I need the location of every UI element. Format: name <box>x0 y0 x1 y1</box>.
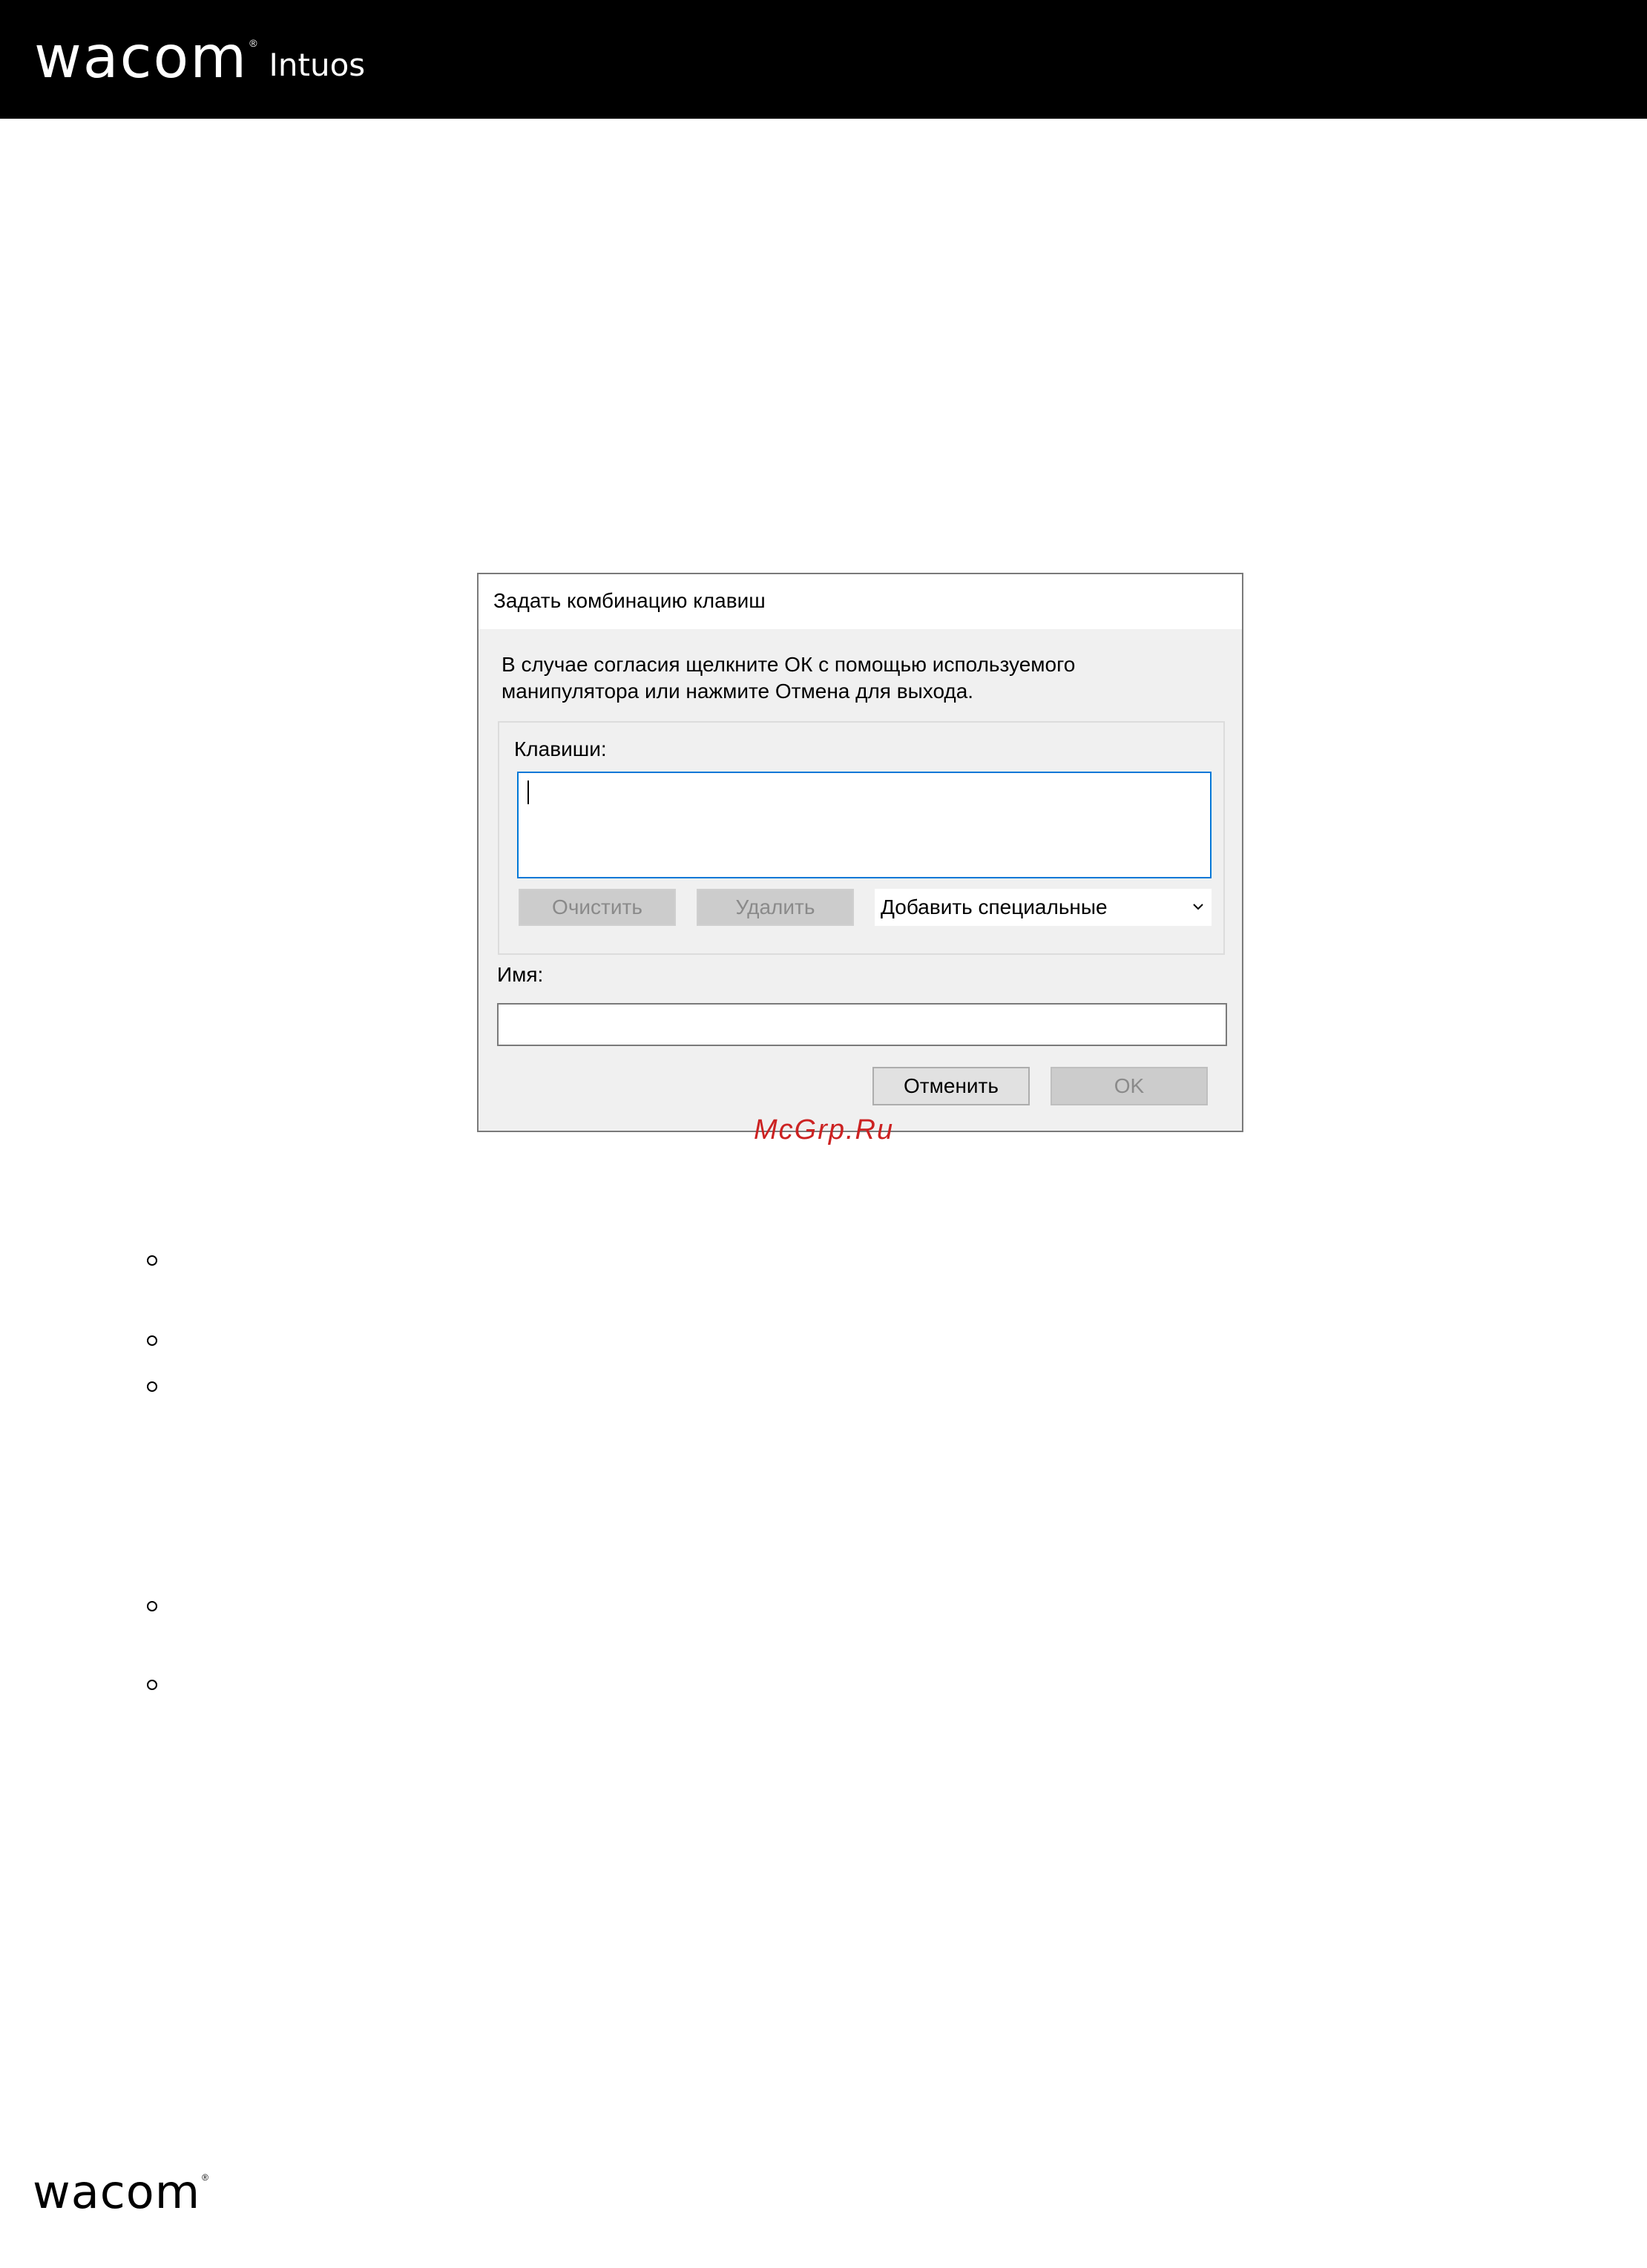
brand-wordmark: wacom <box>34 24 249 91</box>
bullet-marker <box>147 1255 157 1266</box>
keys-group: Клавиши: Очистить Удалить Добавить специ… <box>498 721 1225 955</box>
wacom-intuos-logo: wacom ® Intuos <box>34 28 365 88</box>
bullet-marker <box>147 1601 157 1611</box>
chevron-down-icon <box>1193 904 1203 910</box>
footer-wordmark: wacom <box>33 2165 201 2219</box>
delete-button[interactable]: Удалить <box>697 889 854 926</box>
clear-button[interactable]: Очистить <box>519 889 676 926</box>
footer-registered-mark: ® <box>202 2172 208 2183</box>
add-special-dropdown[interactable]: Добавить специальные <box>875 889 1212 926</box>
watermark: McGrp.Ru <box>754 1114 895 1145</box>
product-name: Intuos <box>269 47 366 83</box>
registered-mark: ® <box>249 37 257 49</box>
dialog-message: В случае согласия щелкните ОК с помощью … <box>502 653 1076 703</box>
wacom-footer-logo: wacom ® <box>33 2166 208 2218</box>
dialog-titlebar: Задать комбинацию клавиш <box>479 574 1242 629</box>
dialog-title: Задать комбинацию клавиш <box>493 589 766 612</box>
name-label: Имя: <box>497 963 544 986</box>
shortcut-dialog: Задать комбинацию клавиш В случае соглас… <box>477 573 1243 1132</box>
ok-button[interactable]: OK <box>1051 1067 1208 1105</box>
keys-label: Клавиши: <box>514 737 607 760</box>
text-caret <box>527 780 529 804</box>
name-field[interactable] <box>497 1003 1227 1046</box>
keys-input[interactable] <box>517 772 1212 878</box>
bullet-marker <box>147 1381 157 1392</box>
page-header: wacom ® Intuos <box>0 0 1647 119</box>
bullet-marker <box>147 1680 157 1690</box>
bullet-marker <box>147 1335 157 1346</box>
cancel-button[interactable]: Отменить <box>872 1067 1030 1105</box>
add-special-dropdown-label: Добавить специальные <box>881 895 1108 918</box>
